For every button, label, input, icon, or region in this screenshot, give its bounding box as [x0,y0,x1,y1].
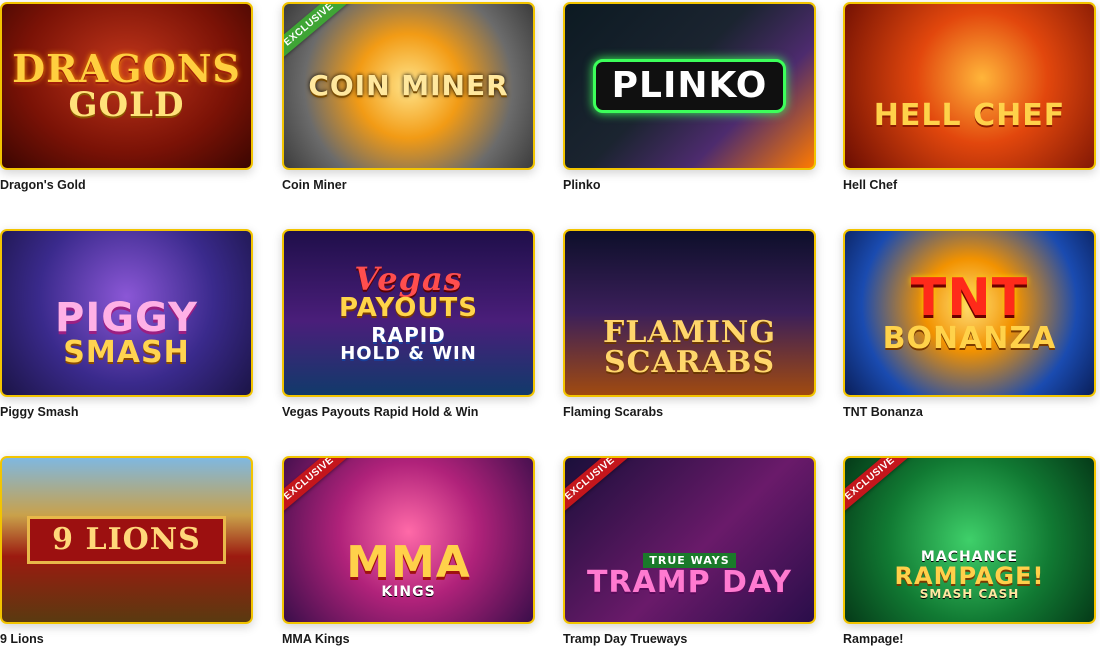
game-tile-flaming-scarabs[interactable]: FLAMING SCARABS Flaming Scarabs [563,229,816,419]
game-art-text: SMASH CASH [919,587,1020,601]
game-art: Vegas PAYOUTS RAPID HOLD & WIN [284,231,533,395]
game-art-text: RAMPAGE! [894,562,1045,590]
game-title[interactable]: 9 Lions [0,632,253,646]
game-tile-plinko[interactable]: PLINKO Plinko [563,2,816,192]
game-thumbnail[interactable]: FLAMING SCARABS [563,229,816,397]
game-thumbnail[interactable]: PLINKO [563,2,816,170]
game-art-text: GOLD [68,85,185,125]
game-art-text: BONANZA [882,321,1057,356]
game-thumbnail[interactable]: 9 LIONS [0,456,253,624]
game-art: PLINKO [565,4,814,168]
game-title[interactable]: Coin Miner [282,178,535,192]
game-tile-dragons-gold[interactable]: DRAGONS GOLD Dragon's Gold [0,2,253,192]
game-art: PIGGY SMASH [2,231,251,395]
game-thumbnail[interactable]: MACHANCE RAMPAGE! SMASH CASH EXCLUSIVE [843,456,1096,624]
game-art-text: RAPID [371,323,446,347]
game-title[interactable]: Piggy Smash [0,405,253,419]
game-title[interactable]: Tramp Day Trueways [563,632,816,646]
game-art-text: PIGGY [55,295,198,341]
game-art-text: SCARABS [603,345,776,380]
game-art-text: COIN MINER [308,69,509,102]
game-title[interactable]: Hell Chef [843,178,1096,192]
game-thumbnail[interactable]: COIN MINER EXCLUSIVE [282,2,535,170]
game-art-text: HELL CHEF [873,98,1066,133]
game-title[interactable]: Rampage! [843,632,1096,646]
game-art: MACHANCE RAMPAGE! SMASH CASH [845,458,1094,622]
game-art-text: MMA [346,537,471,588]
game-art: TRUE WAYS TRAMP DAY [565,458,814,622]
game-thumbnail[interactable]: TRUE WAYS TRAMP DAY EXCLUSIVE [563,456,816,624]
game-title[interactable]: Dragon's Gold [0,178,253,192]
game-art: 9 LIONS [2,458,251,622]
game-art-text: FLAMING [603,315,776,350]
game-art: TNT BONANZA [845,231,1094,395]
game-art-text: PLINKO [592,59,787,113]
game-thumbnail[interactable]: Vegas PAYOUTS RAPID HOLD & WIN [282,229,535,397]
game-title[interactable]: Vegas Payouts Rapid Hold & Win [282,405,535,419]
game-title[interactable]: Flaming Scarabs [563,405,816,419]
game-tile-coin-miner[interactable]: COIN MINER EXCLUSIVE Coin Miner [282,2,535,192]
game-title[interactable]: Plinko [563,178,816,192]
game-art-text: TRAMP DAY [586,564,793,600]
game-tile-vegas-payouts[interactable]: Vegas PAYOUTS RAPID HOLD & WIN Vegas Pay… [282,229,535,419]
game-art: DRAGONS GOLD [2,4,251,168]
game-art-text: 9 LIONS [27,516,226,564]
game-art: MMA KINGS [284,458,533,622]
game-thumbnail[interactable]: HELL CHEF [843,2,1096,170]
game-art-text: KINGS [381,584,436,600]
game-tile-9-lions[interactable]: 9 LIONS 9 Lions [0,456,253,646]
game-art: FLAMING SCARABS [565,231,814,395]
game-tile-mma-kings[interactable]: MMA KINGS EXCLUSIVE MMA Kings [282,456,535,646]
game-art-text: Vegas [354,260,463,298]
game-art-text: TNT [910,268,1029,328]
game-tile-tramp-day-trueways[interactable]: TRUE WAYS TRAMP DAY EXCLUSIVE Tramp Day … [563,456,816,646]
game-art-text: PAYOUTS [339,293,478,323]
game-thumbnail[interactable]: TNT BONANZA [843,229,1096,397]
game-art: COIN MINER [284,4,533,168]
game-art-text: HOLD & WIN [340,343,477,364]
game-tile-piggy-smash[interactable]: PIGGY SMASH Piggy Smash [0,229,253,419]
game-art: HELL CHEF [845,4,1094,168]
game-thumbnail[interactable]: DRAGONS GOLD [0,2,253,170]
game-tile-hell-chef[interactable]: HELL CHEF Hell Chef [843,2,1096,192]
game-title[interactable]: MMA Kings [282,632,535,646]
game-grid: DRAGONS GOLD Dragon's Gold COIN MINER EX… [0,0,1100,648]
game-thumbnail[interactable]: MMA KINGS EXCLUSIVE [282,456,535,624]
game-art-text: DRAGONS [12,46,241,91]
game-tile-rampage[interactable]: MACHANCE RAMPAGE! SMASH CASH EXCLUSIVE R… [843,456,1096,646]
game-thumbnail[interactable]: PIGGY SMASH [0,229,253,397]
game-art-text: SMASH [63,335,190,370]
game-title[interactable]: TNT Bonanza [843,405,1096,419]
game-tile-tnt-bonanza[interactable]: TNT BONANZA TNT Bonanza [843,229,1096,419]
